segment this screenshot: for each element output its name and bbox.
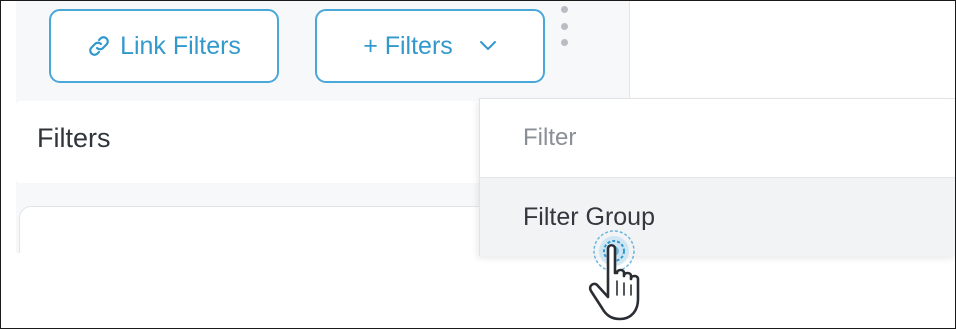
blank-area xyxy=(1,253,955,328)
menu-item-filter-group[interactable]: Filter Group xyxy=(480,177,955,256)
add-filters-label: + Filters xyxy=(363,31,453,60)
add-filters-dropdown-menu: Filter Filter Group xyxy=(479,98,955,256)
chevron-down-icon xyxy=(479,40,497,52)
link-filters-button[interactable]: Link Filters xyxy=(49,9,279,83)
hand-pointer-icon xyxy=(581,229,651,324)
screenshot-frame: Link Filters + Filters Filters Filter Fi… xyxy=(0,0,956,329)
link-filters-label: Link Filters xyxy=(120,31,241,60)
link-icon xyxy=(87,34,111,58)
kebab-icon[interactable] xyxy=(558,6,570,46)
add-filters-button[interactable]: + Filters xyxy=(315,9,545,83)
menu-item-filter[interactable]: Filter xyxy=(480,99,955,177)
menu-item-label: Filter Group xyxy=(523,202,655,231)
menu-item-label: Filter xyxy=(523,124,577,151)
filters-title: Filters xyxy=(37,123,111,153)
